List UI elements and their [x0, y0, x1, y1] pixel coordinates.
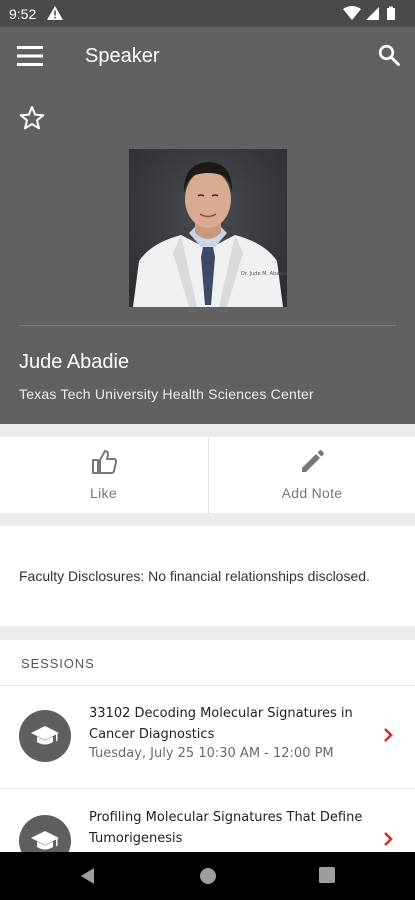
speaker-header: Dr. Jude M. Abadie Jude Abadie Texas Tec…	[0, 85, 415, 424]
chevron-right-icon	[384, 832, 393, 846]
system-nav-bar	[0, 852, 415, 900]
home-icon[interactable]	[199, 867, 217, 885]
speaker-portrait: Dr. Jude M. Abadie	[129, 149, 287, 307]
sessions-card: SESSIONS 33102 Decoding Molecular Signat…	[0, 640, 415, 852]
status-bar: 9:52	[0, 0, 415, 27]
menu-icon[interactable]	[17, 46, 43, 66]
session-title: 33102 Decoding Molecular Signatures in C…	[89, 706, 353, 742]
add-note-label: Add Note	[281, 485, 343, 501]
speaker-photo: Dr. Jude M. Abadie	[129, 149, 287, 307]
action-bar: Like Add Note	[0, 437, 415, 513]
like-button[interactable]: Like	[0, 437, 207, 513]
session-title: Profiling Molecular Signatures That Defi…	[89, 810, 363, 846]
status-icons	[343, 6, 395, 20]
divider	[19, 325, 396, 326]
recents-icon[interactable]	[319, 867, 335, 883]
session-item[interactable]: Profiling Molecular Signatures That Defi…	[0, 788, 415, 852]
wifi-icon	[343, 6, 361, 20]
app-bar: Speaker	[0, 27, 415, 85]
faculty-disclosure: Faculty Disclosures: No financial relati…	[19, 568, 370, 584]
sessions-header: SESSIONS	[21, 656, 95, 671]
page-title: Speaker	[85, 45, 160, 67]
battery-icon	[387, 6, 395, 20]
speaker-organization: Texas Tech University Health Sciences Ce…	[19, 386, 314, 402]
add-note-button[interactable]: Add Note	[208, 437, 415, 513]
chevron-right-icon	[384, 728, 393, 742]
status-time: 9:52	[9, 6, 37, 22]
session-time: Tuesday, July 25 10:30 AM - 12:00 PM	[89, 746, 334, 761]
session-item[interactable]: 33102 Decoding Molecular Signatures in C…	[0, 686, 415, 788]
pencil-icon	[302, 450, 324, 472]
speaker-name: Jude Abadie	[19, 351, 130, 373]
coat-embroidery: Dr. Jude M. Abadie	[241, 271, 287, 277]
disclosure-card: Faculty Disclosures: No financial relati…	[0, 526, 415, 626]
warning-icon	[47, 6, 63, 20]
back-icon[interactable]	[80, 867, 96, 885]
graduation-cap-icon	[19, 815, 71, 852]
thumbs-up-icon	[91, 450, 117, 474]
search-icon[interactable]	[378, 44, 400, 66]
graduation-cap-icon	[19, 710, 71, 762]
cell-signal-icon	[366, 7, 379, 20]
star-icon[interactable]	[19, 105, 45, 131]
like-label: Like	[90, 485, 117, 501]
